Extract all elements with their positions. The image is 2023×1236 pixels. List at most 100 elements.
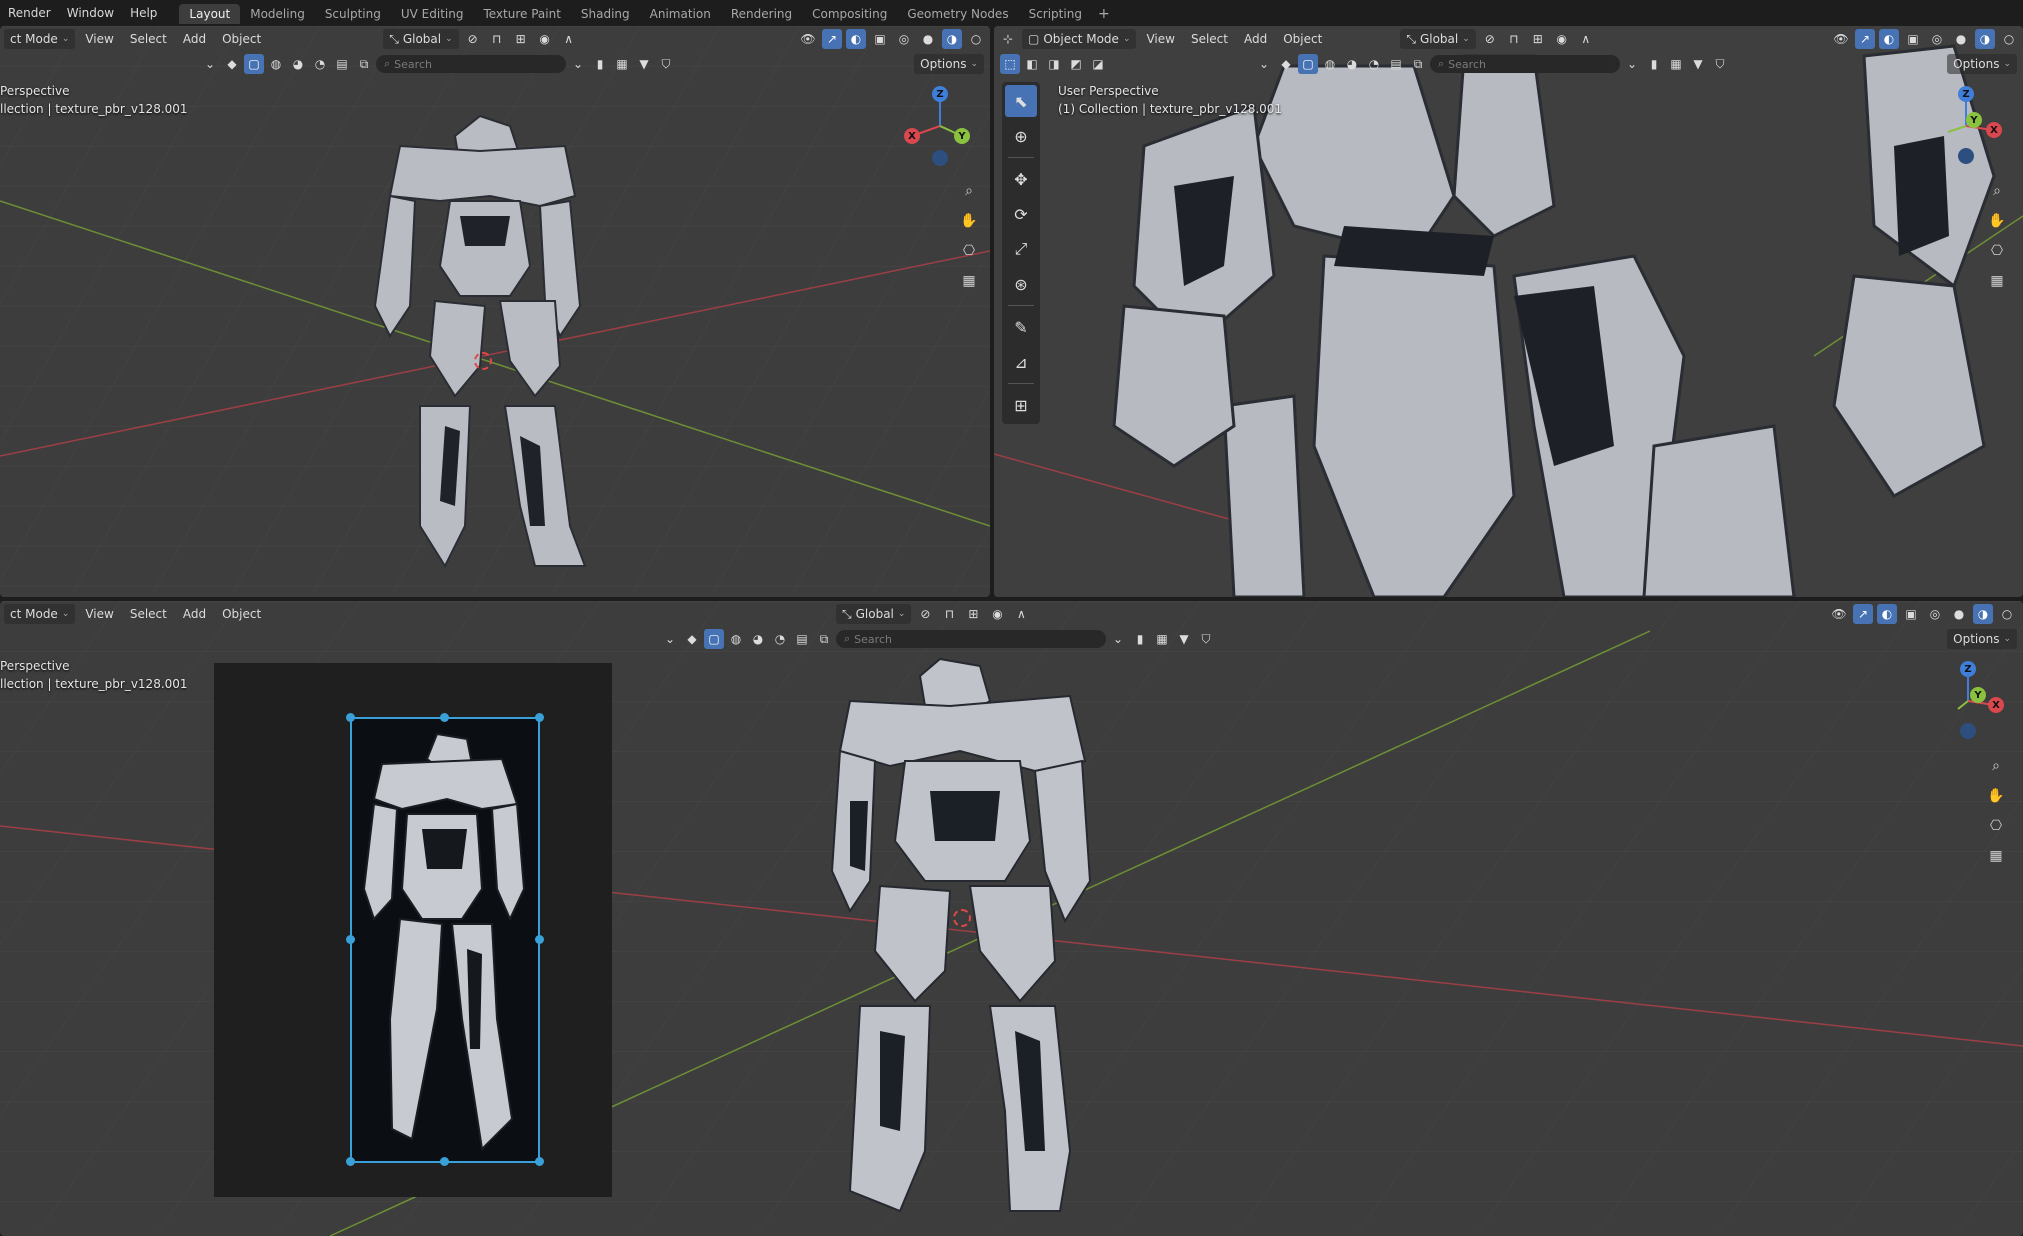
menu-view[interactable]: View (79, 29, 119, 49)
hand-icon[interactable]: ✋ (956, 208, 982, 234)
menu-select[interactable]: Select (1185, 29, 1234, 49)
frame-handle-tm[interactable] (440, 713, 449, 722)
material-icon[interactable]: ◍ (1320, 54, 1340, 74)
tab-animation[interactable]: Animation (640, 4, 721, 24)
transform-icon[interactable]: ⊛ (1005, 268, 1037, 300)
copy-icon[interactable]: ⧉ (814, 629, 834, 649)
navigation-gizmo[interactable]: Z X Y (900, 86, 980, 166)
bookmark-icon[interactable]: ▮ (1130, 629, 1150, 649)
world-icon[interactable]: ◔ (1364, 54, 1384, 74)
copy-icon[interactable]: ⧉ (1408, 54, 1428, 74)
material-shading-icon[interactable]: ◑ (942, 29, 962, 49)
gizmo-toggle-icon[interactable]: ↗ (1853, 604, 1873, 624)
robot-model[interactable] (360, 106, 590, 596)
output-icon[interactable]: ▤ (792, 629, 812, 649)
gizmo-z[interactable]: Z (1958, 86, 1974, 102)
menu-object[interactable]: Object (216, 604, 267, 624)
gizmo-x[interactable]: X (904, 128, 920, 144)
gizmo-neg-z[interactable] (1958, 148, 1974, 164)
xray-icon[interactable]: ▣ (1901, 604, 1921, 624)
navigation-gizmo[interactable]: Z X Y (1926, 86, 2006, 166)
solid-shading-icon[interactable]: ● (1949, 604, 1969, 624)
pivot-icon[interactable]: ⊘ (463, 29, 483, 49)
hand-icon[interactable]: ✋ (1983, 783, 2009, 809)
frame-handle-mr[interactable] (535, 935, 544, 944)
search-input[interactable]: ⌕ Search (376, 55, 566, 73)
solid-shading-icon[interactable]: ● (1951, 29, 1971, 49)
collapse-icon[interactable]: ⌄ (660, 629, 680, 649)
object-mode-icon[interactable]: ▢ (244, 54, 264, 74)
clear-icon[interactable]: ⌄ (1622, 54, 1642, 74)
select-invert-icon[interactable]: ◩ (1066, 54, 1086, 74)
wireframe-shading-icon[interactable]: ◎ (1925, 604, 1945, 624)
snap-icon[interactable]: ⊓ (487, 29, 507, 49)
visibility-icon[interactable]: 👁 (1829, 604, 1849, 624)
menu-object[interactable]: Object (1277, 29, 1328, 49)
gizmo-neg-z[interactable] (1960, 723, 1976, 739)
snap-target-icon[interactable]: ⊞ (963, 604, 983, 624)
gizmo-neg-z[interactable] (932, 150, 948, 166)
proportional-edit-icon[interactable]: ◉ (535, 29, 555, 49)
physics-icon[interactable]: ◕ (288, 54, 308, 74)
snap-target-icon[interactable]: ⊞ (511, 29, 531, 49)
tab-geometry-nodes[interactable]: Geometry Nodes (897, 4, 1018, 24)
frame-handle-ml[interactable] (346, 935, 355, 944)
output-icon[interactable]: ▤ (332, 54, 352, 74)
frame-handle-br[interactable] (535, 1157, 544, 1166)
tab-compositing[interactable]: Compositing (802, 4, 897, 24)
viewport-top-left[interactable]: ct Mode ⌄ View Select Add Object ⤡ Global ⌄… (0, 26, 990, 597)
layout-icon[interactable]: ▦ (1152, 629, 1172, 649)
tab-scripting[interactable]: Scripting (1019, 4, 1092, 24)
falloff-icon[interactable]: ∧ (1011, 604, 1031, 624)
grid-ortho-icon[interactable]: ▦ (1984, 268, 2010, 294)
material-icon[interactable]: ◍ (266, 54, 286, 74)
move-icon[interactable]: ✥ (1005, 163, 1037, 195)
search-input[interactable]: ⌕ Search (836, 630, 1106, 648)
gizmo-y[interactable]: Y (1966, 112, 1982, 128)
3d-cursor-icon[interactable]: ⊕ (1005, 120, 1037, 152)
editor-type-icon[interactable]: ⊹ (998, 29, 1018, 49)
tab-shading[interactable]: Shading (571, 4, 640, 24)
rendered-shading-icon[interactable]: ○ (966, 29, 986, 49)
menu-add[interactable]: Add (1238, 29, 1273, 49)
pivot-icon[interactable]: ⊘ (915, 604, 935, 624)
3d-cursor-icon[interactable] (474, 352, 492, 370)
camera-icon[interactable]: ⎔ (1984, 238, 2010, 264)
menu-add[interactable]: Add (177, 604, 212, 624)
gizmo-y[interactable]: Y (954, 128, 970, 144)
robot-model[interactable] (820, 651, 1100, 1231)
filter-icon[interactable]: ▼ (1174, 629, 1194, 649)
physics-icon[interactable]: ◕ (748, 629, 768, 649)
gizmo-z[interactable]: Z (932, 86, 948, 102)
select-subtract-icon[interactable]: ◨ (1044, 54, 1064, 74)
frame-handle-tl[interactable] (346, 713, 355, 722)
menu-select[interactable]: Select (124, 29, 173, 49)
mode-selector[interactable]: ct Mode ⌄ (4, 604, 76, 624)
tab-sculpting[interactable]: Sculpting (315, 4, 391, 24)
tab-uv-editing[interactable]: UV Editing (391, 4, 474, 24)
filter-icon[interactable]: ▼ (1688, 54, 1708, 74)
options-button[interactable]: Options ⌄ (914, 54, 984, 74)
world-icon[interactable]: ◔ (770, 629, 790, 649)
menu-view[interactable]: View (1140, 29, 1180, 49)
reference-image[interactable] (350, 717, 540, 1163)
wireframe-shading-icon[interactable]: ◎ (1927, 29, 1947, 49)
menu-window[interactable]: Window (59, 0, 122, 26)
measure-icon[interactable]: ⊿ (1005, 346, 1037, 378)
xray-icon[interactable]: ▣ (1903, 29, 1923, 49)
shield-icon[interactable]: ⛉ (1196, 629, 1216, 649)
gizmo-toggle-icon[interactable]: ↗ (822, 29, 842, 49)
scale-icon[interactable]: ⤢ (1005, 233, 1037, 265)
wireframe-shading-icon[interactable]: ◎ (894, 29, 914, 49)
material-icon[interactable]: ◍ (726, 629, 746, 649)
layout-icon[interactable]: ▦ (1666, 54, 1686, 74)
clear-icon[interactable]: ⌄ (568, 54, 588, 74)
material-shading-icon[interactable]: ◑ (1973, 604, 1993, 624)
copy-icon[interactable]: ⧉ (354, 54, 374, 74)
select-extend-icon[interactable]: ◧ (1022, 54, 1042, 74)
viewport-top-right[interactable]: ⊹ ▢ Object Mode ⌄ View Select Add Object ⤡… (994, 26, 2023, 597)
physics-icon[interactable]: ◕ (1342, 54, 1362, 74)
tab-layout[interactable]: Layout (179, 4, 241, 24)
orientation-selector[interactable]: ⤡ Global ⌄ (1400, 29, 1476, 49)
snap-icon[interactable]: ⊓ (1504, 29, 1524, 49)
